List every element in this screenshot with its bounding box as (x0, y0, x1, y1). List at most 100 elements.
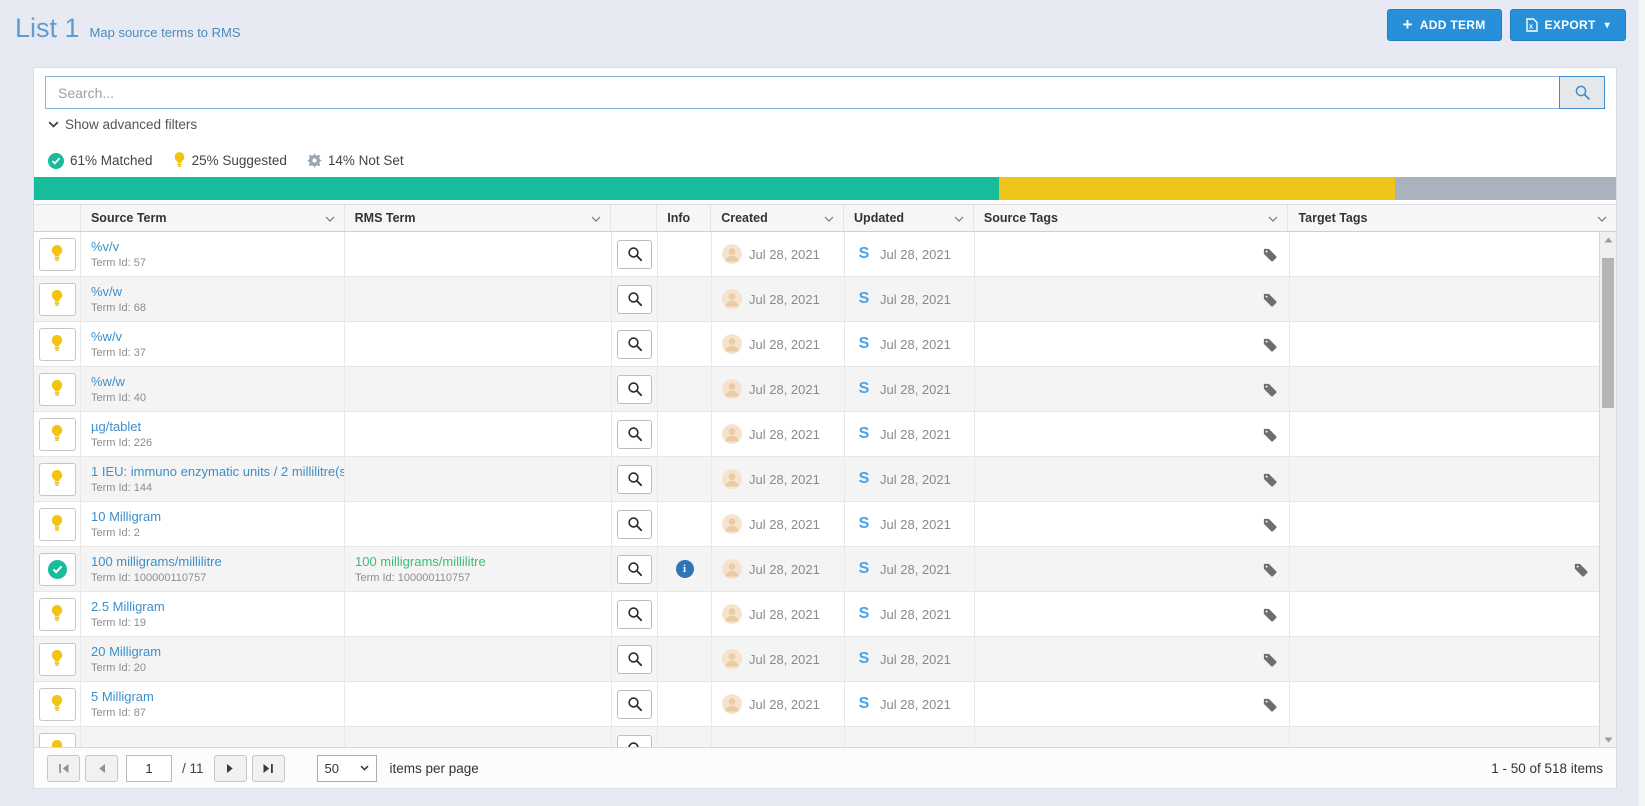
source-term-id: Term Id: 68 (91, 302, 146, 314)
source-term-link[interactable]: 1 IEU: immuno enzymatic units / 2 millil… (91, 464, 345, 479)
source-term-link[interactable]: %v/v (91, 239, 119, 254)
target-tags-cell (1290, 727, 1601, 747)
source-term-link[interactable]: 5 Milligram (91, 689, 154, 704)
page-header: List 1 Map source terms to RMS + ADD TER… (0, 0, 1645, 56)
tag-icon[interactable] (1262, 562, 1277, 577)
scroll-up-button[interactable] (1600, 232, 1616, 247)
tag-icon[interactable] (1262, 247, 1277, 262)
vertical-scrollbar[interactable] (1599, 232, 1616, 747)
sort-chevron-icon[interactable] (591, 211, 601, 225)
search-rms-term-button[interactable] (617, 510, 652, 539)
rms-term-link[interactable]: 100 milligrams/millilitre (355, 554, 486, 569)
tag-icon[interactable] (1573, 562, 1588, 577)
sort-chevron-icon[interactable] (1268, 211, 1278, 225)
search-button[interactable] (1559, 76, 1605, 109)
status-button[interactable] (39, 598, 76, 631)
source-term-link[interactable]: 100 milligrams/millilitre (91, 554, 222, 569)
sync-icon: S (855, 470, 873, 488)
search-rms-term-button[interactable] (617, 555, 652, 584)
updated-date: Jul 28, 2021 (880, 427, 951, 442)
tag-icon[interactable] (1262, 427, 1277, 442)
status-button[interactable] (39, 733, 76, 748)
tag-icon[interactable] (1262, 382, 1277, 397)
tag-icon[interactable] (1262, 607, 1277, 622)
sync-icon: S (855, 425, 873, 443)
column-header-updated[interactable]: Updated (844, 205, 974, 231)
tag-icon[interactable] (1262, 337, 1277, 352)
search-input[interactable] (45, 76, 1559, 109)
info-cell: i (658, 457, 712, 501)
column-header-rms-term[interactable]: RMS Term (345, 205, 612, 231)
search-rms-term-button[interactable] (617, 420, 652, 449)
lookup-cell (612, 682, 658, 726)
tag-icon[interactable] (1262, 292, 1277, 307)
column-header-target-tags[interactable]: Target Tags (1288, 205, 1616, 231)
source-term-id: Term Id: 144 (91, 482, 152, 494)
tag-icon[interactable] (1262, 652, 1277, 667)
column-header-source-tags[interactable]: Source Tags (974, 205, 1289, 231)
user-avatar-icon (722, 424, 742, 444)
status-button[interactable] (39, 463, 76, 496)
source-term-link[interactable]: 2.5 Milligram (91, 599, 165, 614)
status-button[interactable] (39, 553, 76, 586)
previous-page-button[interactable] (85, 755, 118, 782)
sort-chevron-icon[interactable] (1597, 211, 1607, 225)
source-tags-cell (975, 412, 1290, 456)
add-term-button[interactable]: + ADD TERM (1387, 9, 1502, 41)
items-range-label: 1 - 50 of 518 items (1491, 761, 1603, 776)
status-button[interactable] (39, 373, 76, 406)
next-page-button[interactable] (214, 755, 247, 782)
search-rms-term-button[interactable] (617, 690, 652, 719)
scroll-down-button[interactable] (1600, 732, 1616, 747)
updated-cell: S Jul 28, 2021 (845, 592, 975, 636)
search-icon (1574, 84, 1591, 101)
created-date: Jul 28, 2021 (749, 562, 820, 577)
status-button[interactable] (39, 328, 76, 361)
source-term-link[interactable]: %w/w (91, 374, 125, 389)
last-page-button[interactable] (252, 755, 285, 782)
scrollbar-thumb[interactable] (1602, 258, 1614, 408)
tag-icon[interactable] (1262, 697, 1277, 712)
status-button[interactable] (39, 508, 76, 541)
tag-icon[interactable] (1262, 517, 1277, 532)
search-rms-term-button[interactable] (617, 735, 652, 748)
status-button[interactable] (39, 238, 76, 271)
source-term-link[interactable]: 10 Milligram (91, 509, 161, 524)
page-scrollbar[interactable] (1637, 0, 1645, 806)
column-header-created[interactable]: Created (711, 205, 844, 231)
source-term-link[interactable]: µg/tablet (91, 419, 141, 434)
page-number-input[interactable] (126, 755, 172, 782)
first-page-button[interactable] (47, 755, 80, 782)
column-header-source-term[interactable]: Source Term (81, 205, 345, 231)
info-icon[interactable]: i (676, 560, 694, 578)
lightbulb-icon (50, 425, 64, 443)
search-rms-term-button[interactable] (617, 465, 652, 494)
source-term-link[interactable]: %v/w (91, 284, 122, 299)
export-button[interactable]: x EXPORT ▾ (1510, 9, 1626, 41)
search-rms-term-button[interactable] (617, 645, 652, 674)
tag-icon[interactable] (1262, 472, 1277, 487)
source-term-cell: %v/v Term Id: 57 (81, 232, 345, 276)
source-term-link[interactable]: 20 Milligram (91, 644, 161, 659)
source-term-cell: 1 IEU: immuno enzymatic units / 2 millil… (81, 457, 345, 501)
created-date: Jul 28, 2021 (749, 382, 820, 397)
updated-date: Jul 28, 2021 (880, 337, 951, 352)
show-advanced-filters-toggle[interactable]: Show advanced filters (48, 117, 197, 132)
status-button[interactable] (39, 643, 76, 676)
page-size-select[interactable]: 50 (317, 755, 377, 782)
search-rms-term-button[interactable] (617, 285, 652, 314)
status-button[interactable] (39, 688, 76, 721)
search-rms-term-button[interactable] (617, 240, 652, 269)
status-button[interactable] (39, 418, 76, 451)
sort-chevron-icon[interactable] (954, 211, 964, 225)
updated-cell: S Jul 28, 2021 (845, 502, 975, 546)
sort-chevron-icon[interactable] (325, 211, 335, 225)
source-term-link[interactable]: %w/v (91, 329, 122, 344)
search-rms-term-button[interactable] (617, 600, 652, 629)
updated-cell: S Jul 28, 2021 (845, 457, 975, 501)
search-rms-term-button[interactable] (617, 375, 652, 404)
search-rms-term-button[interactable] (617, 330, 652, 359)
sort-chevron-icon[interactable] (824, 211, 834, 225)
status-button[interactable] (39, 283, 76, 316)
user-avatar-icon (722, 604, 742, 624)
